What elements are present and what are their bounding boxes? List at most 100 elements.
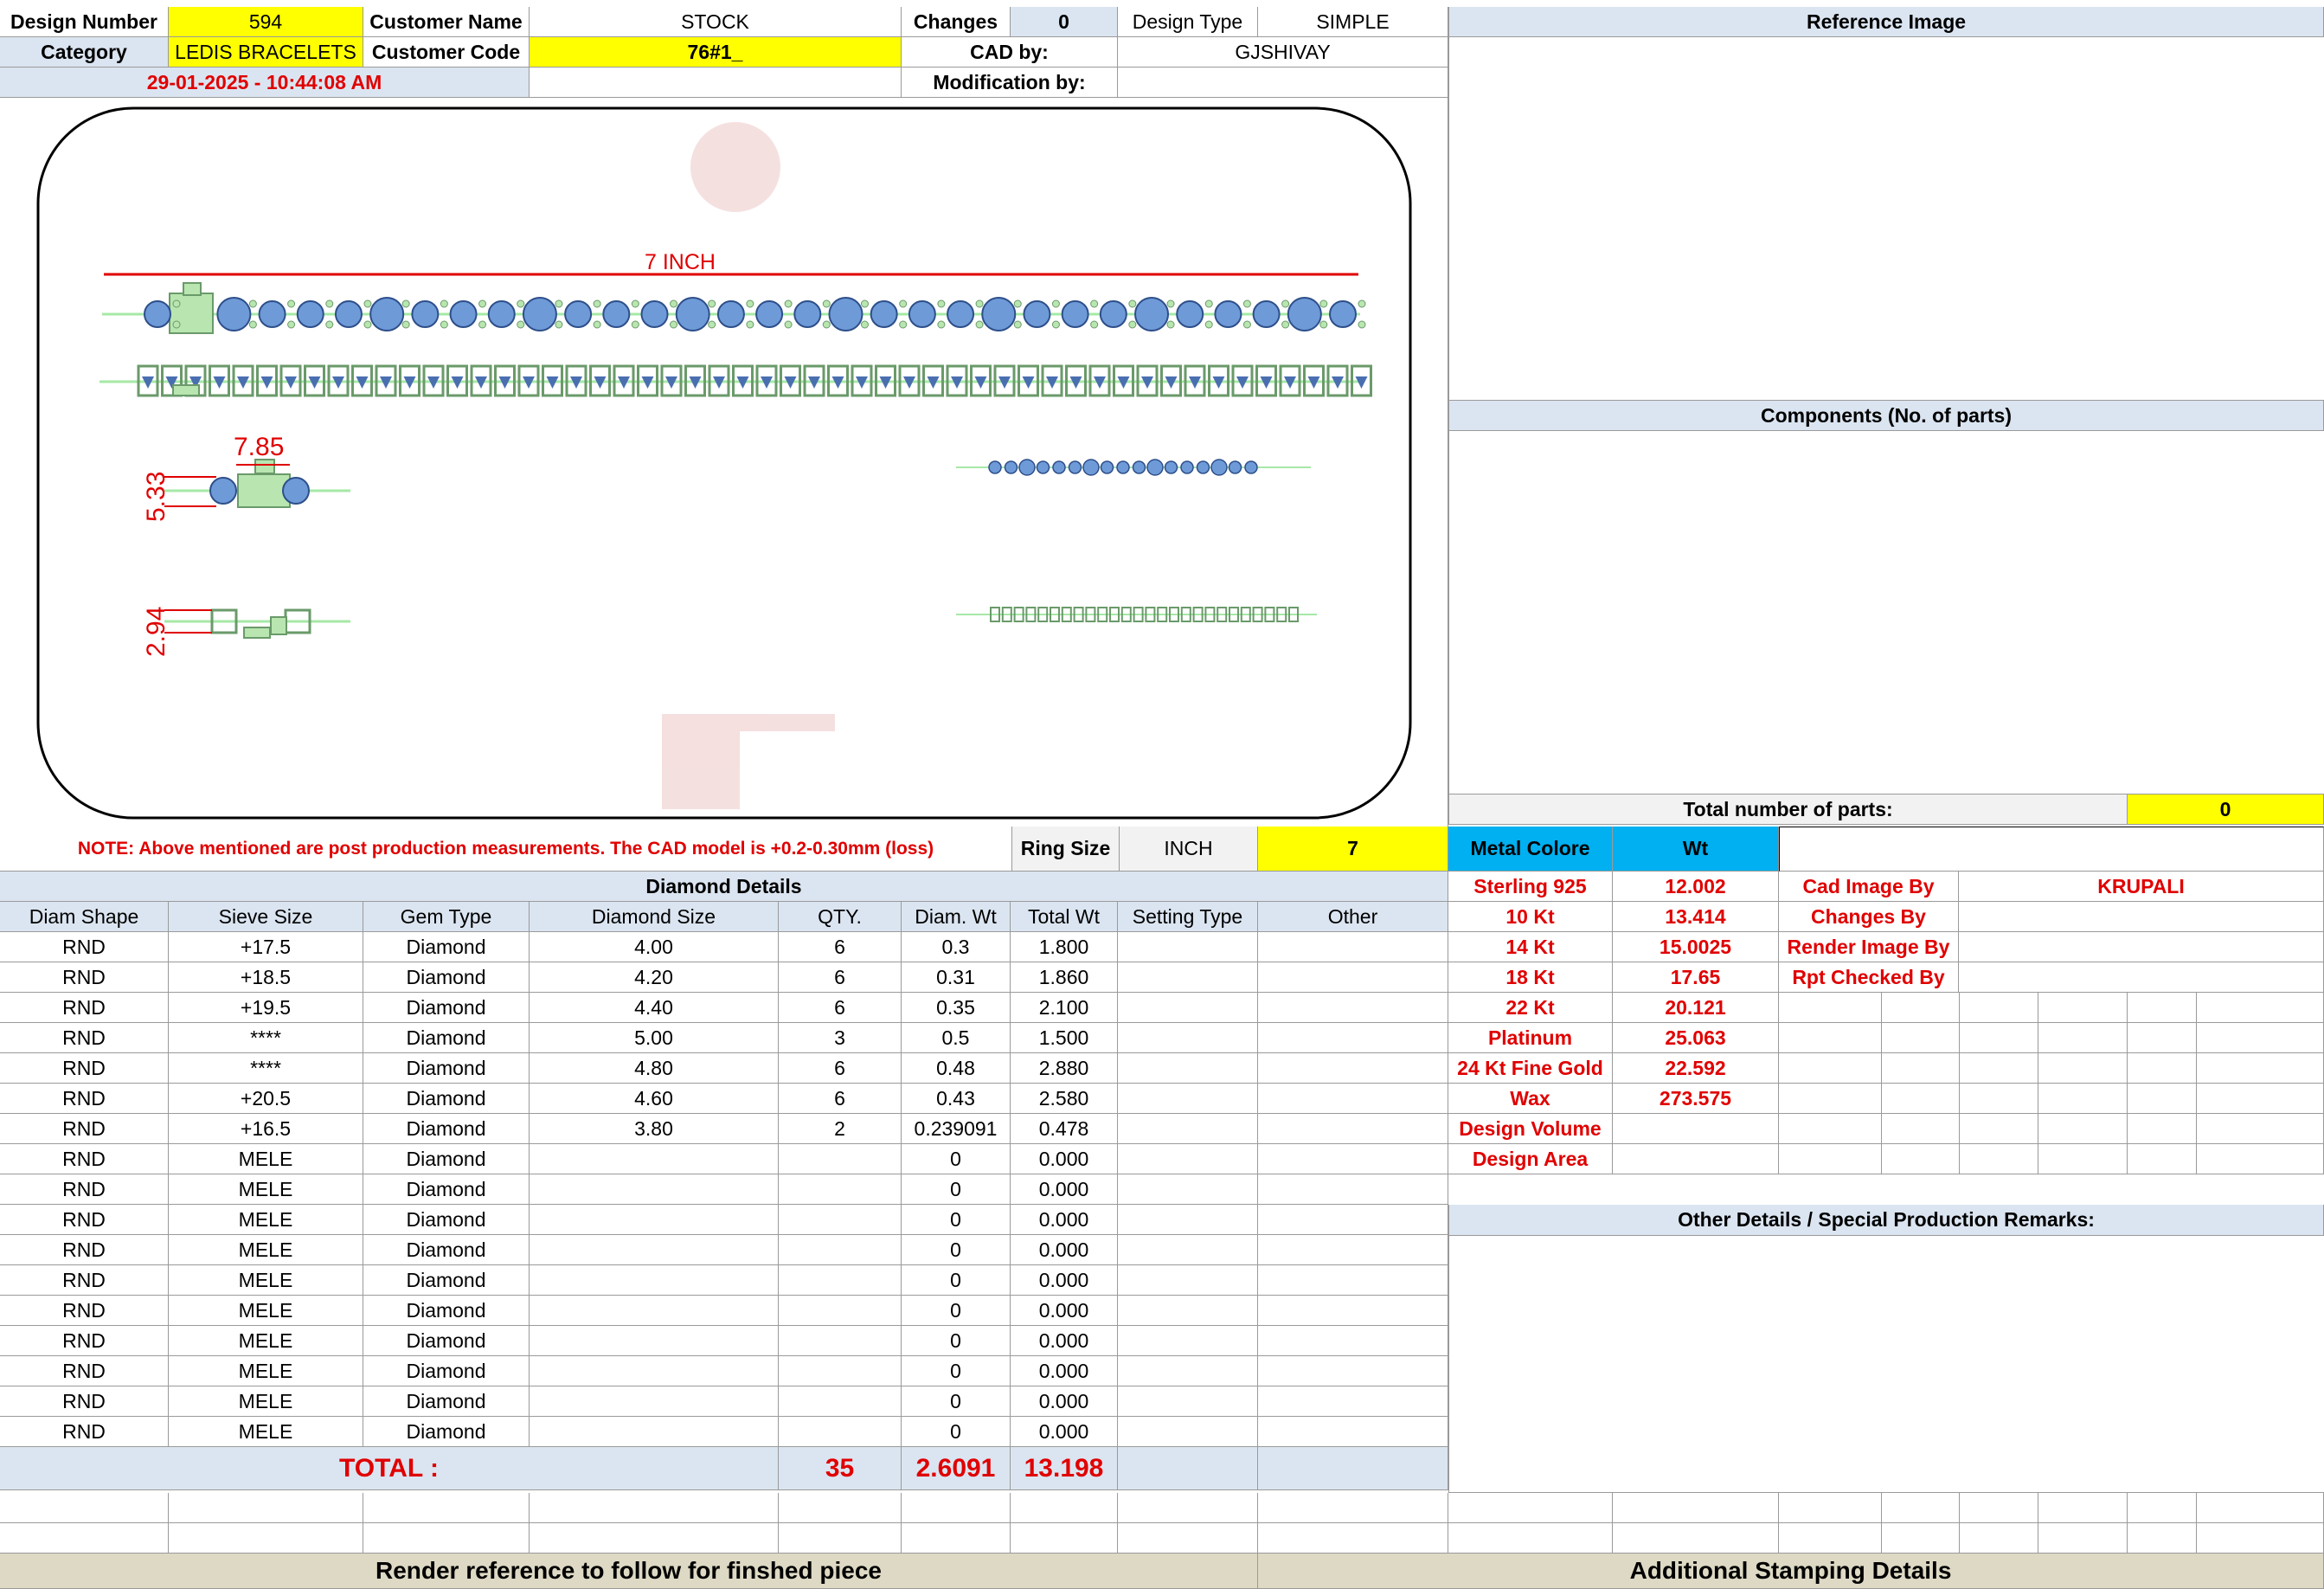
table-cell[interactable]: **** [169,1023,363,1053]
table-cell[interactable] [530,1417,779,1447]
table-cell[interactable]: 0 [902,1235,1011,1265]
footer-grid-cell[interactable] [2197,1493,2324,1523]
table-cell[interactable]: 0.35 [902,993,1011,1023]
table-cell[interactable]: +16.5 [169,1114,363,1144]
table-cell[interactable]: Diamond [363,1205,530,1235]
table-cell[interactable] [1258,1084,1448,1114]
credit-value[interactable] [1959,932,2324,962]
table-cell[interactable] [1118,1356,1258,1386]
customer-code-value[interactable]: 76#1_ [530,37,902,68]
table-cell[interactable]: 4.80 [530,1053,779,1084]
table-cell[interactable] [1258,1114,1448,1144]
metal-weight[interactable]: 17.65 [1613,962,1779,993]
footer-grid-cell[interactable] [2128,1523,2197,1554]
metal-weight[interactable]: 25.063 [1613,1023,1779,1053]
table-cell[interactable]: 0.5 [902,1023,1011,1053]
table-cell[interactable] [779,1144,902,1174]
table-cell[interactable]: MELE [169,1235,363,1265]
footer-grid-cell[interactable] [1779,1523,1882,1554]
table-cell[interactable] [1118,1053,1258,1084]
total-parts-value[interactable]: 0 [2128,794,2324,825]
table-cell[interactable]: Diamond [363,1235,530,1265]
table-cell[interactable]: MELE [169,1144,363,1174]
table-cell[interactable] [1118,1326,1258,1356]
footer-grid-cell[interactable] [2038,1523,2128,1554]
table-cell[interactable] [1258,1265,1448,1296]
table-cell[interactable]: 0.000 [1011,1326,1118,1356]
table-cell[interactable]: 1.860 [1011,962,1118,993]
table-cell[interactable]: RND [0,962,169,993]
table-cell[interactable]: MELE [169,1326,363,1356]
footer-grid-cell[interactable] [2128,1493,2197,1523]
table-cell[interactable] [530,1235,779,1265]
metal-weight[interactable]: 12.002 [1613,872,1779,902]
table-cell[interactable] [530,1386,779,1417]
table-cell[interactable]: Diamond [363,1114,530,1144]
modification-value[interactable] [1118,68,1448,98]
credit-value[interactable] [1959,962,2324,993]
table-cell[interactable]: 0.000 [1011,1265,1118,1296]
table-cell[interactable] [1258,962,1448,993]
table-cell[interactable]: RND [0,1144,169,1174]
table-cell[interactable]: Diamond [363,1144,530,1174]
table-cell[interactable]: 4.60 [530,1084,779,1114]
table-cell[interactable]: 2.880 [1011,1053,1118,1084]
table-cell[interactable]: RND [0,1023,169,1053]
table-cell[interactable]: Diamond [363,1296,530,1326]
metal-weight[interactable] [1613,1114,1779,1144]
footer-grid-cell[interactable] [530,1493,779,1523]
metal-weight[interactable] [1613,1144,1779,1174]
table-cell[interactable]: Diamond [363,1386,530,1417]
credit-value[interactable] [1959,902,2324,932]
table-cell[interactable] [1118,1174,1258,1205]
ring-unit[interactable]: INCH [1120,827,1258,872]
table-cell[interactable]: 6 [779,932,902,962]
table-cell[interactable]: RND [0,1053,169,1084]
table-cell[interactable]: RND [0,1296,169,1326]
table-cell[interactable]: RND [0,1417,169,1447]
table-cell[interactable]: 0.000 [1011,1235,1118,1265]
table-cell[interactable]: 0 [902,1205,1011,1235]
table-cell[interactable] [530,1356,779,1386]
cad-by-value[interactable]: GJSHIVAY [1118,37,1448,68]
table-cell[interactable]: Diamond [363,932,530,962]
table-cell[interactable] [1258,1417,1448,1447]
table-cell[interactable]: 0.000 [1011,1417,1118,1447]
footer-grid-cell[interactable] [169,1493,363,1523]
table-cell[interactable]: Diamond [363,1326,530,1356]
table-cell[interactable] [1258,1356,1448,1386]
table-cell[interactable]: MELE [169,1205,363,1235]
table-cell[interactable]: RND [0,1114,169,1144]
table-cell[interactable] [530,1144,779,1174]
table-cell[interactable]: RND [0,1205,169,1235]
table-cell[interactable]: RND [0,1326,169,1356]
table-cell[interactable]: 0 [902,1265,1011,1296]
table-cell[interactable]: 0.000 [1011,1205,1118,1235]
table-cell[interactable]: RND [0,1084,169,1114]
metal-colore-value[interactable] [1779,827,2324,872]
table-cell[interactable]: Diamond [363,993,530,1023]
table-cell[interactable] [1118,1023,1258,1053]
footer-grid-cell[interactable] [2038,1493,2128,1523]
table-cell[interactable]: MELE [169,1356,363,1386]
table-cell[interactable]: 1.500 [1011,1023,1118,1053]
footer-grid-cell[interactable] [0,1523,169,1554]
table-cell[interactable]: 0.000 [1011,1386,1118,1417]
table-cell[interactable] [779,1265,902,1296]
footer-grid-cell[interactable] [1613,1493,1779,1523]
table-cell[interactable]: Diamond [363,1356,530,1386]
table-cell[interactable] [779,1205,902,1235]
table-cell[interactable]: 0 [902,1296,1011,1326]
table-cell[interactable]: Diamond [363,1023,530,1053]
table-cell[interactable]: 0.478 [1011,1114,1118,1144]
table-cell[interactable] [1118,1144,1258,1174]
footer-grid-cell[interactable] [1118,1493,1258,1523]
table-cell[interactable]: 0.000 [1011,1296,1118,1326]
footer-grid-cell[interactable] [363,1523,530,1554]
table-cell[interactable]: RND [0,932,169,962]
footer-grid-cell[interactable] [1011,1523,1118,1554]
table-cell[interactable]: 0 [902,1386,1011,1417]
table-cell[interactable]: 3.80 [530,1114,779,1144]
table-cell[interactable]: MELE [169,1417,363,1447]
table-cell[interactable]: 0.239091 [902,1114,1011,1144]
